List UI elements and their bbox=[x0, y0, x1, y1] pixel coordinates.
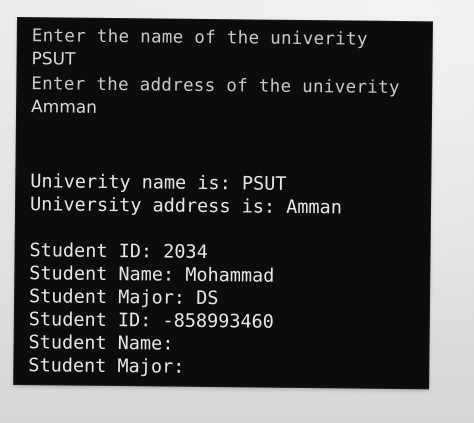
output-university-name: Univerity name is: PSUT bbox=[30, 171, 287, 195]
console-window[interactable]: Enter the name of the univerity PSUT Ent… bbox=[14, 18, 432, 389]
output-student-name-2: Student Name: bbox=[28, 332, 174, 355]
output-university-address: University address is: Amman bbox=[29, 194, 343, 219]
prompt-university-name: Enter the name of the univerity bbox=[31, 26, 368, 50]
output-student-id-2: Student ID: -858993460 bbox=[28, 309, 274, 333]
prompt-university-address: Enter the address of the univerity bbox=[31, 74, 400, 99]
output-student-major-1: Student Major: DS bbox=[28, 286, 219, 310]
input-university-name: PSUT bbox=[31, 49, 76, 70]
output-student-name-1: Student Name: Mohammad bbox=[29, 263, 275, 287]
input-university-address: Amman bbox=[30, 97, 98, 118]
output-student-major-2: Student Major: bbox=[28, 355, 185, 378]
output-student-id-1: Student ID: 2034 bbox=[29, 240, 208, 263]
